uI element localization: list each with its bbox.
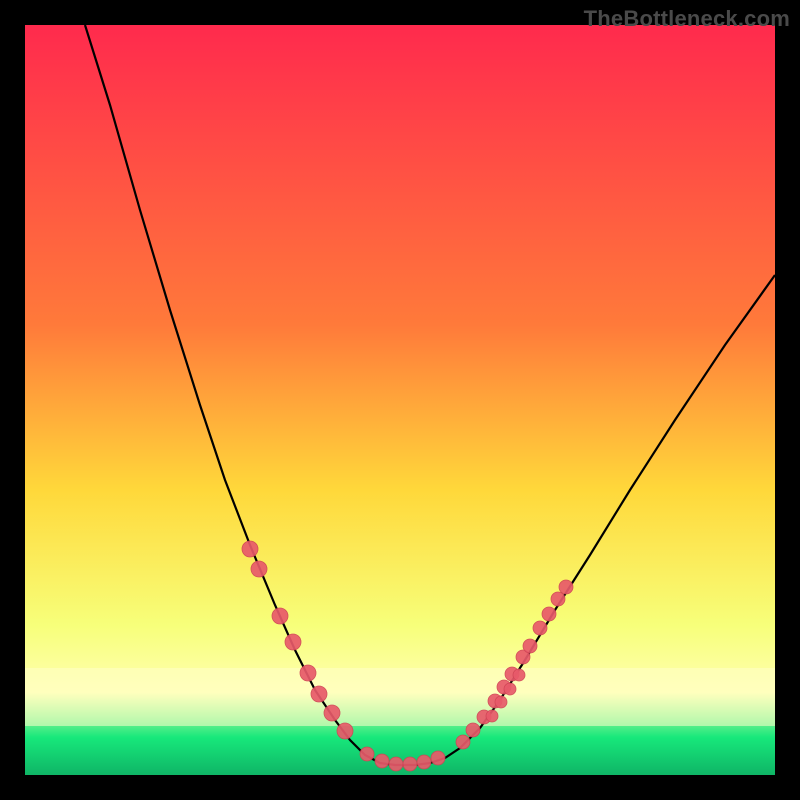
data-marker [360,747,374,761]
data-marker [513,669,525,681]
data-marker [486,710,498,722]
chart-stage: TheBottleneck.com [0,0,800,800]
data-marker [504,683,516,695]
data-marker [324,705,340,721]
data-marker [456,735,470,749]
data-marker [251,561,267,577]
data-marker [466,723,480,737]
bottleneck-chart [0,0,800,800]
data-marker [285,634,301,650]
plot-area [25,25,775,775]
data-marker [417,755,431,769]
watermark-text: TheBottleneck.com [584,6,790,32]
data-marker [523,639,537,653]
data-marker [431,751,445,765]
data-marker [559,580,573,594]
data-marker [389,757,403,771]
data-marker [311,686,327,702]
data-marker [495,696,507,708]
data-marker [542,607,556,621]
data-marker [337,723,353,739]
data-marker [533,621,547,635]
pale-band [25,668,775,726]
data-marker [375,754,389,768]
data-marker [551,592,565,606]
data-marker [300,665,316,681]
data-marker [403,757,417,771]
data-marker [242,541,258,557]
data-marker [272,608,288,624]
